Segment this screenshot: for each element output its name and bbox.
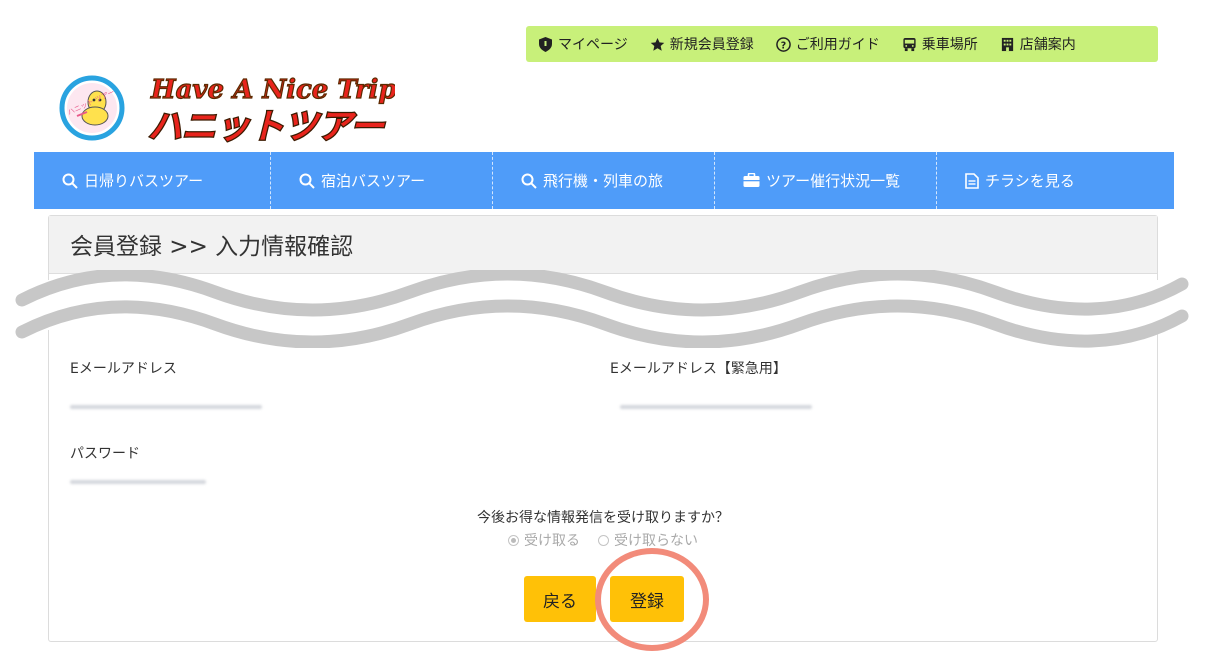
radio-dot-checked	[508, 534, 519, 546]
building-icon	[1000, 37, 1015, 52]
document-icon	[965, 172, 979, 189]
nav-tour-status[interactable]: ツアー催行状況一覧	[714, 152, 936, 209]
shield-icon	[538, 36, 553, 52]
register-button[interactable]: 登録	[610, 576, 684, 622]
site-logo[interactable]: ハニット ツアー Have A Nice Trip ハニットツアー	[55, 68, 397, 148]
email-value-redacted	[70, 405, 262, 409]
email-emergency-label: Eメールアドレス【緊急用】	[610, 361, 787, 377]
star-icon	[650, 37, 665, 52]
email-emergency-value-redacted	[620, 405, 812, 409]
nav-plane-train[interactable]: 飛行機・列車の旅	[492, 152, 714, 209]
top-link-label: 新規会員登録	[669, 37, 754, 53]
nav-label: 宿泊バスツアー	[321, 172, 426, 190]
top-link-label: ご利用ガイド	[795, 37, 880, 53]
top-link-label: マイページ	[558, 37, 628, 53]
main-nav: 日帰りバスツアー 宿泊バスツアー 飛行機・列車の旅 ツアー催行状況一覧 チラシを…	[34, 152, 1174, 209]
back-button[interactable]: 戻る	[524, 576, 596, 622]
newsletter-options: 受け取る 受け取らない	[0, 530, 1206, 550]
question-circle-icon: ?	[775, 36, 791, 52]
radio-dot-unchecked	[598, 534, 609, 546]
page-title: 会員登録 >> 入力情報確認	[70, 234, 354, 260]
password-value-redacted	[70, 480, 206, 484]
top-link-boarding[interactable]: 乗車場所	[902, 34, 978, 54]
email-label: Eメールアドレス	[70, 361, 177, 377]
bus-icon	[902, 37, 917, 52]
password-label: パスワード	[70, 446, 140, 462]
top-links-bar: マイページ 新規会員登録 ? ご利用ガイド 乗車場所 店舗案内	[526, 26, 1158, 62]
nav-label: ツアー催行状況一覧	[766, 172, 901, 190]
top-link-stores[interactable]: 店舗案内	[1000, 34, 1076, 54]
wave-cut-divider	[0, 270, 1206, 348]
top-link-label: 乗車場所	[921, 37, 978, 53]
search-icon	[299, 173, 315, 189]
svg-text:?: ?	[781, 40, 786, 51]
nav-label: 飛行機・列車の旅	[543, 172, 664, 190]
search-icon	[62, 173, 78, 189]
top-link-mypage[interactable]: マイページ	[538, 34, 628, 54]
radio-decline[interactable]: 受け取らない	[598, 530, 698, 550]
nav-flyers[interactable]: チラシを見る	[936, 152, 1158, 209]
top-link-register[interactable]: 新規会員登録	[650, 34, 754, 54]
newsletter-question: 今後お得な情報発信を受け取りますか？	[477, 510, 729, 526]
radio-label: 受け取る	[524, 533, 580, 549]
radio-label: 受け取らない	[614, 533, 698, 549]
radio-receive[interactable]: 受け取る	[508, 530, 580, 550]
search-icon	[521, 173, 537, 189]
briefcase-icon	[743, 173, 760, 187]
nav-label: 日帰りバスツアー	[84, 172, 204, 190]
top-link-label: 店舗案内	[1019, 37, 1076, 53]
top-link-guide[interactable]: ? ご利用ガイド	[775, 34, 880, 54]
logo-line2: ハニットツアー	[148, 107, 385, 147]
mascot-badge-icon: ハニット ツアー	[59, 75, 125, 141]
logo-line1: Have A Nice Trip	[150, 75, 395, 105]
nav-day-bus-tour[interactable]: 日帰りバスツアー	[34, 152, 270, 209]
nav-overnight-bus-tour[interactable]: 宿泊バスツアー	[270, 152, 492, 209]
nav-label: チラシを見る	[985, 172, 1075, 190]
